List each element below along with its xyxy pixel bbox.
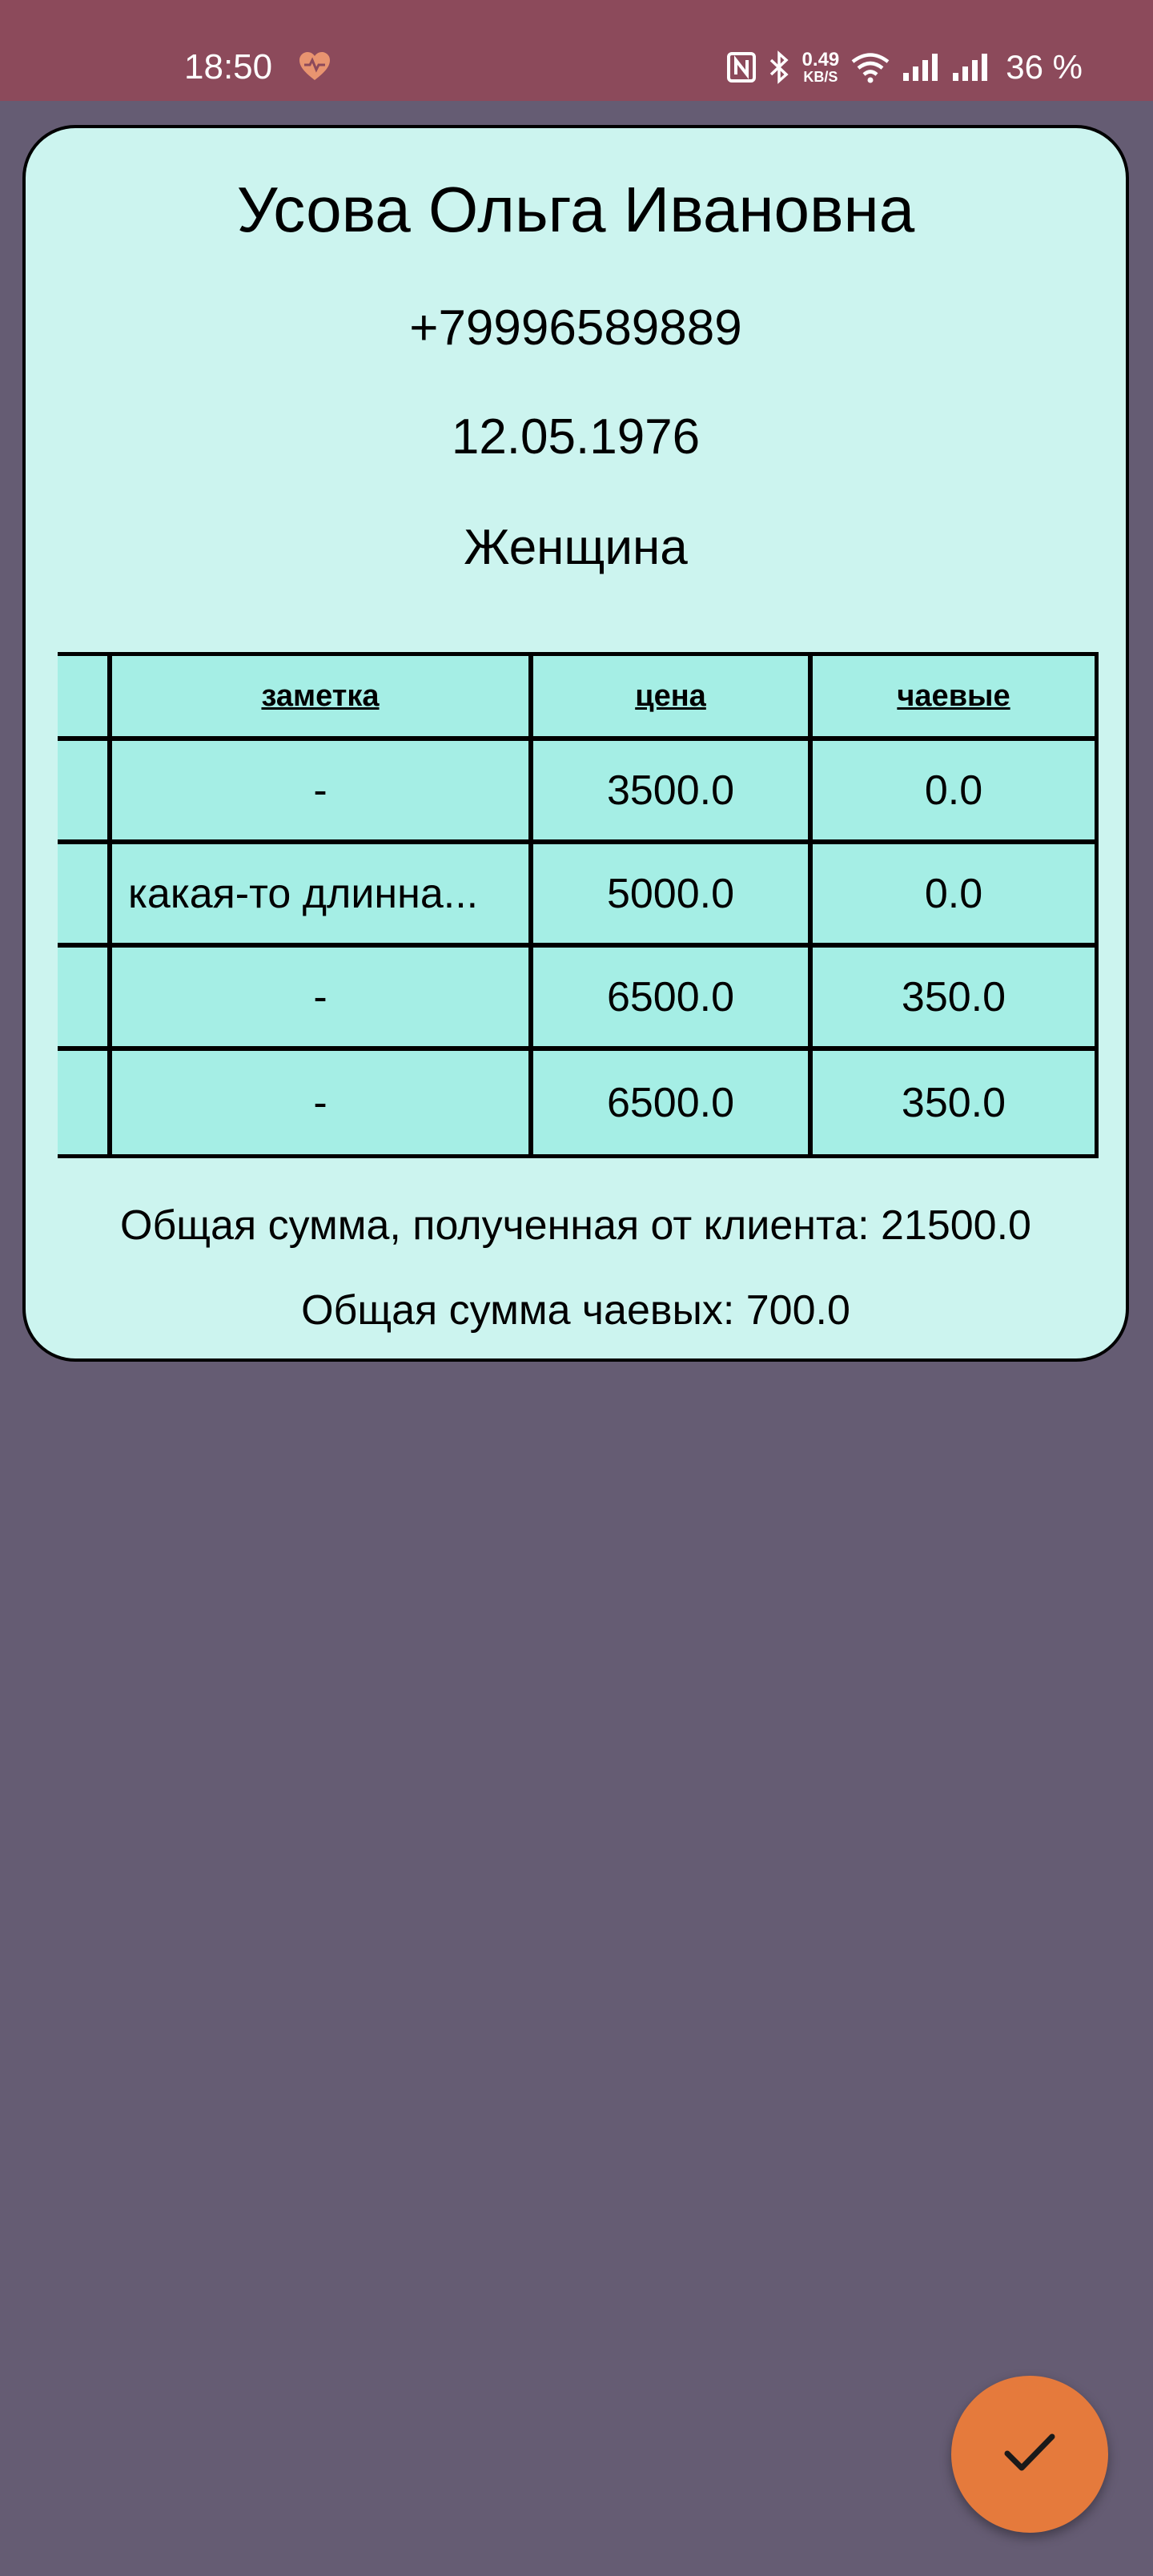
table-cell-hidden [58,948,112,1046]
visits-table[interactable]: заметка цена чаевые - 3500.0 0.0 какая-т… [58,652,1099,1158]
table-cell-tips: 350.0 [901,1079,1006,1126]
client-gender: Женщина [464,520,688,575]
battery-level: 36 % [1006,48,1083,86]
net-speed: 0.49 KB/S [801,49,840,85]
net-speed-value: 0.49 [801,49,840,70]
status-bar: 18:50 0.49 KB/S 36 % [0,0,1153,101]
table-header-cell [58,656,112,736]
table-cell-price: 3500.0 [533,741,813,839]
confirm-fab-button[interactable] [951,2376,1108,2533]
table-cell-tips: 350.0 [901,973,1006,1020]
table-cell-note-text: какая-то длинна... [128,870,479,917]
heart-icon [298,51,331,82]
table-header-note: заметка [112,656,533,736]
table-cell-note: какая-то длинна... [112,844,533,943]
total-received: Общая сумма, полученная от клиента: 2150… [120,1202,1031,1249]
status-time: 18:50 [184,47,273,87]
table-cell-note: - [112,948,533,1046]
table-cell-hidden [58,1051,112,1154]
wifi-icon [850,51,890,83]
client-name: Усова Ольга Ивановна [236,174,915,245]
total-tips: Общая сумма чаевых: 700.0 [301,1287,850,1334]
table-row[interactable]: - 6500.0 350.0 [58,948,1095,1051]
bluetooth-icon [767,50,791,84]
client-card: Усова Ольга Ивановна +79996589889 12.05.… [22,125,1129,1362]
table-cell-price: 5000.0 [533,844,813,943]
client-birth-date: 12.05.1976 [451,409,701,465]
table-cell-tips: 0.0 [924,870,983,917]
table-cell-note: - [112,1051,533,1154]
status-icons: 0.49 KB/S 36 % [726,42,1083,93]
table-cell-tips: 0.0 [924,767,983,814]
net-speed-unit: KB/S [803,69,838,85]
nfc-icon [726,52,756,83]
table-cell-note: - [112,741,533,839]
table-header-price: цена [533,656,813,736]
signal-icon [902,52,940,83]
client-phone: +79996589889 [409,300,742,356]
table-row[interactable]: какая-то длинна... 5000.0 0.0 [58,844,1095,948]
table-cell-price: 6500.0 [533,948,813,1046]
table-row[interactable]: - 3500.0 0.0 [58,741,1095,844]
table-row[interactable]: - 6500.0 350.0 [58,1051,1095,1154]
table-cell-hidden [58,844,112,943]
table-cell-price: 6500.0 [533,1051,813,1154]
table-header-tips: чаевые [897,678,1010,713]
signal-icon-2 [951,52,990,83]
table-header-row: заметка цена чаевые [58,656,1095,741]
table-cell-hidden [58,741,112,839]
check-icon [1004,2432,1055,2477]
